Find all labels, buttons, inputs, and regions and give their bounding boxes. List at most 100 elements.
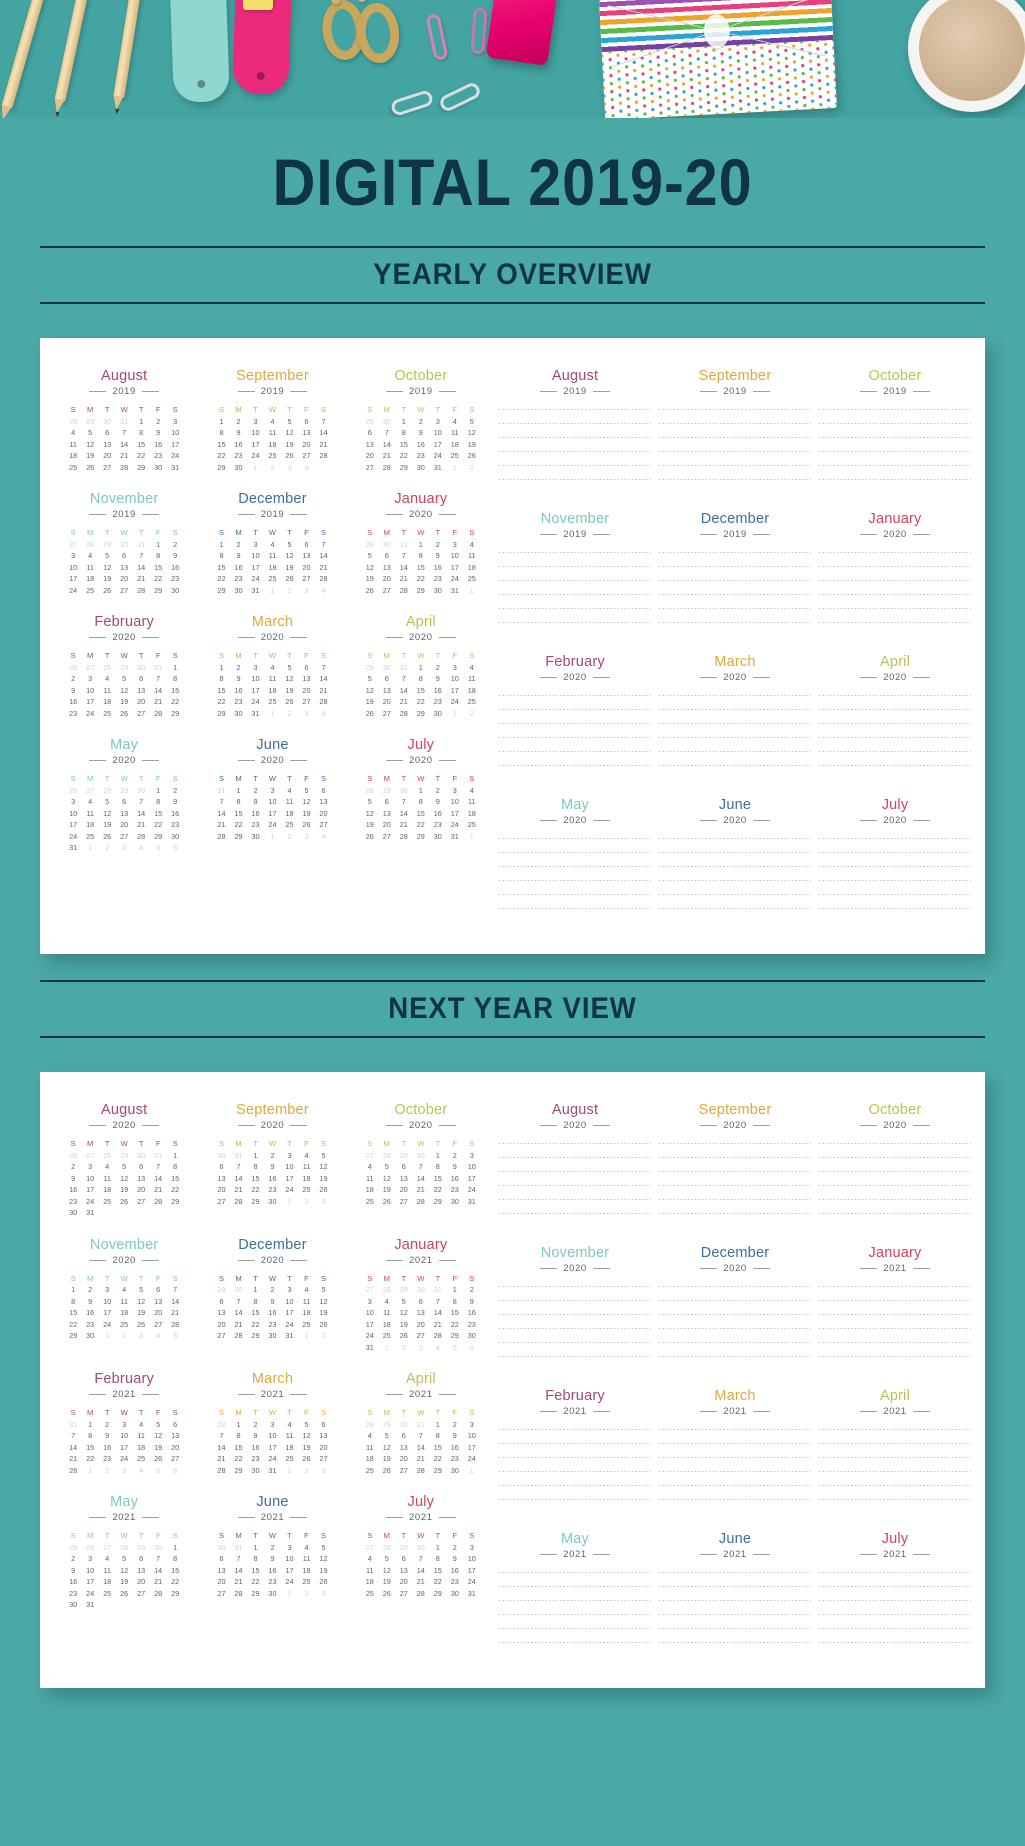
day-cell[interactable]: 22 [429,1576,446,1588]
day-cell[interactable]: 26 [463,450,480,462]
day-cell[interactable]: 14 [315,673,332,685]
day-cell[interactable]: 10 [82,685,99,697]
day-cell[interactable]: 28 [315,696,332,708]
day-cell[interactable]: 18 [133,1442,150,1454]
day-cell[interactable]: 16 [429,685,446,697]
note-lines[interactable] [819,695,971,779]
day-cell[interactable]: 1 [150,539,167,551]
day-cell[interactable]: 21 [230,1184,247,1196]
day-cell[interactable]: 23 [65,708,82,720]
note-line[interactable] [819,1171,971,1172]
day-cell[interactable]: 2 [99,1465,116,1477]
day-cell[interactable]: 28 [315,450,332,462]
day-cell[interactable]: 1 [247,1284,264,1296]
note-line[interactable] [659,622,811,623]
day-cell[interactable] [133,1599,150,1611]
day-cell[interactable]: 16 [167,808,184,820]
day-cell[interactable]: 4 [315,708,332,720]
day-cell[interactable]: 16 [264,1173,281,1185]
day-cell[interactable]: 22 [230,1453,247,1465]
day-cell[interactable]: 28 [213,831,230,843]
day-cell[interactable]: 28 [133,585,150,597]
day-cell[interactable]: 30 [133,662,150,674]
day-cell[interactable]: 26 [281,696,298,708]
day-cell[interactable]: 4 [82,796,99,808]
day-cell[interactable]: 11 [378,1307,395,1319]
note-line[interactable] [659,580,811,581]
note-line[interactable] [499,852,651,853]
day-cell[interactable]: 18 [99,1184,116,1196]
day-cell[interactable]: 24 [65,831,82,843]
day-cell[interactable]: 9 [65,685,82,697]
note-lines[interactable] [659,838,811,922]
day-cell[interactable]: 6 [298,416,315,428]
day-cell[interactable]: 4 [264,416,281,428]
day-cell[interactable]: 17 [463,1173,480,1185]
day-cell[interactable]: 17 [99,1307,116,1319]
note-lines[interactable] [499,409,651,493]
day-cell[interactable]: 3 [281,462,298,474]
day-cell[interactable]: 11 [463,550,480,562]
day-cell[interactable]: 5 [298,1419,315,1431]
note-line[interactable] [819,723,971,724]
day-cell[interactable]: 15 [213,685,230,697]
day-cell[interactable]: 11 [281,796,298,808]
day-cell[interactable]: 19 [315,1565,332,1577]
day-cell[interactable]: 3 [264,1419,281,1431]
day-cell[interactable]: 13 [213,1565,230,1577]
day-cell[interactable]: 22 [167,1576,184,1588]
day-cell[interactable]: 26 [65,662,82,674]
day-cell[interactable]: 9 [446,1430,463,1442]
day-cell[interactable]: 3 [281,1150,298,1162]
day-cell[interactable]: 13 [315,796,332,808]
note-line[interactable] [499,751,651,752]
day-cell[interactable]: 5 [99,550,116,562]
day-cell[interactable]: 11 [264,673,281,685]
note-line[interactable] [499,1300,651,1301]
day-cell[interactable]: 21 [150,1576,167,1588]
day-cell[interactable]: 5 [361,550,378,562]
note-line[interactable] [659,1457,811,1458]
day-cell[interactable]: 31 [150,1150,167,1162]
note-line[interactable] [499,709,651,710]
day-cell[interactable]: 7 [150,673,167,685]
day-cell[interactable]: 26 [116,1588,133,1600]
day-cell[interactable]: 23 [446,1184,463,1196]
day-cell[interactable]: 1 [133,416,150,428]
note-line[interactable] [499,479,651,480]
note-line[interactable] [499,465,651,466]
day-cell[interactable]: 12 [378,1442,395,1454]
day-cell[interactable]: 24 [116,1453,133,1465]
day-cell[interactable]: 5 [116,1553,133,1565]
note-line[interactable] [819,1356,971,1357]
note-lines[interactable] [659,1429,811,1513]
day-cell[interactable]: 1 [167,1150,184,1162]
day-cell[interactable]: 1 [298,1330,315,1342]
day-cell[interactable]: 28 [213,1465,230,1477]
day-cell[interactable]: 5 [298,785,315,797]
day-cell[interactable]: 5 [116,673,133,685]
day-cell[interactable]: 18 [463,808,480,820]
day-cell[interactable]: 18 [82,573,99,585]
day-cell[interactable]: 10 [446,796,463,808]
day-cell[interactable]: 12 [99,562,116,574]
day-cell[interactable]: 5 [116,1161,133,1173]
note-lines[interactable] [499,552,651,636]
day-cell[interactable]: 11 [463,673,480,685]
note-lines[interactable] [499,838,651,922]
note-line[interactable] [659,1642,811,1643]
note-line[interactable] [499,1143,651,1144]
day-cell[interactable]: 11 [82,562,99,574]
day-cell[interactable]: 15 [82,1442,99,1454]
day-cell[interactable]: 26 [116,1196,133,1208]
day-cell[interactable]: 9 [247,796,264,808]
day-cell[interactable]: 2 [264,1150,281,1162]
note-line[interactable] [499,1485,651,1486]
day-cell[interactable]: 19 [116,1576,133,1588]
day-cell[interactable]: 22 [213,573,230,585]
day-cell[interactable]: 26 [315,1184,332,1196]
day-cell[interactable]: 6 [213,1553,230,1565]
day-cell[interactable]: 15 [167,1565,184,1577]
day-cell[interactable]: 28 [213,1419,230,1431]
note-line[interactable] [499,838,651,839]
